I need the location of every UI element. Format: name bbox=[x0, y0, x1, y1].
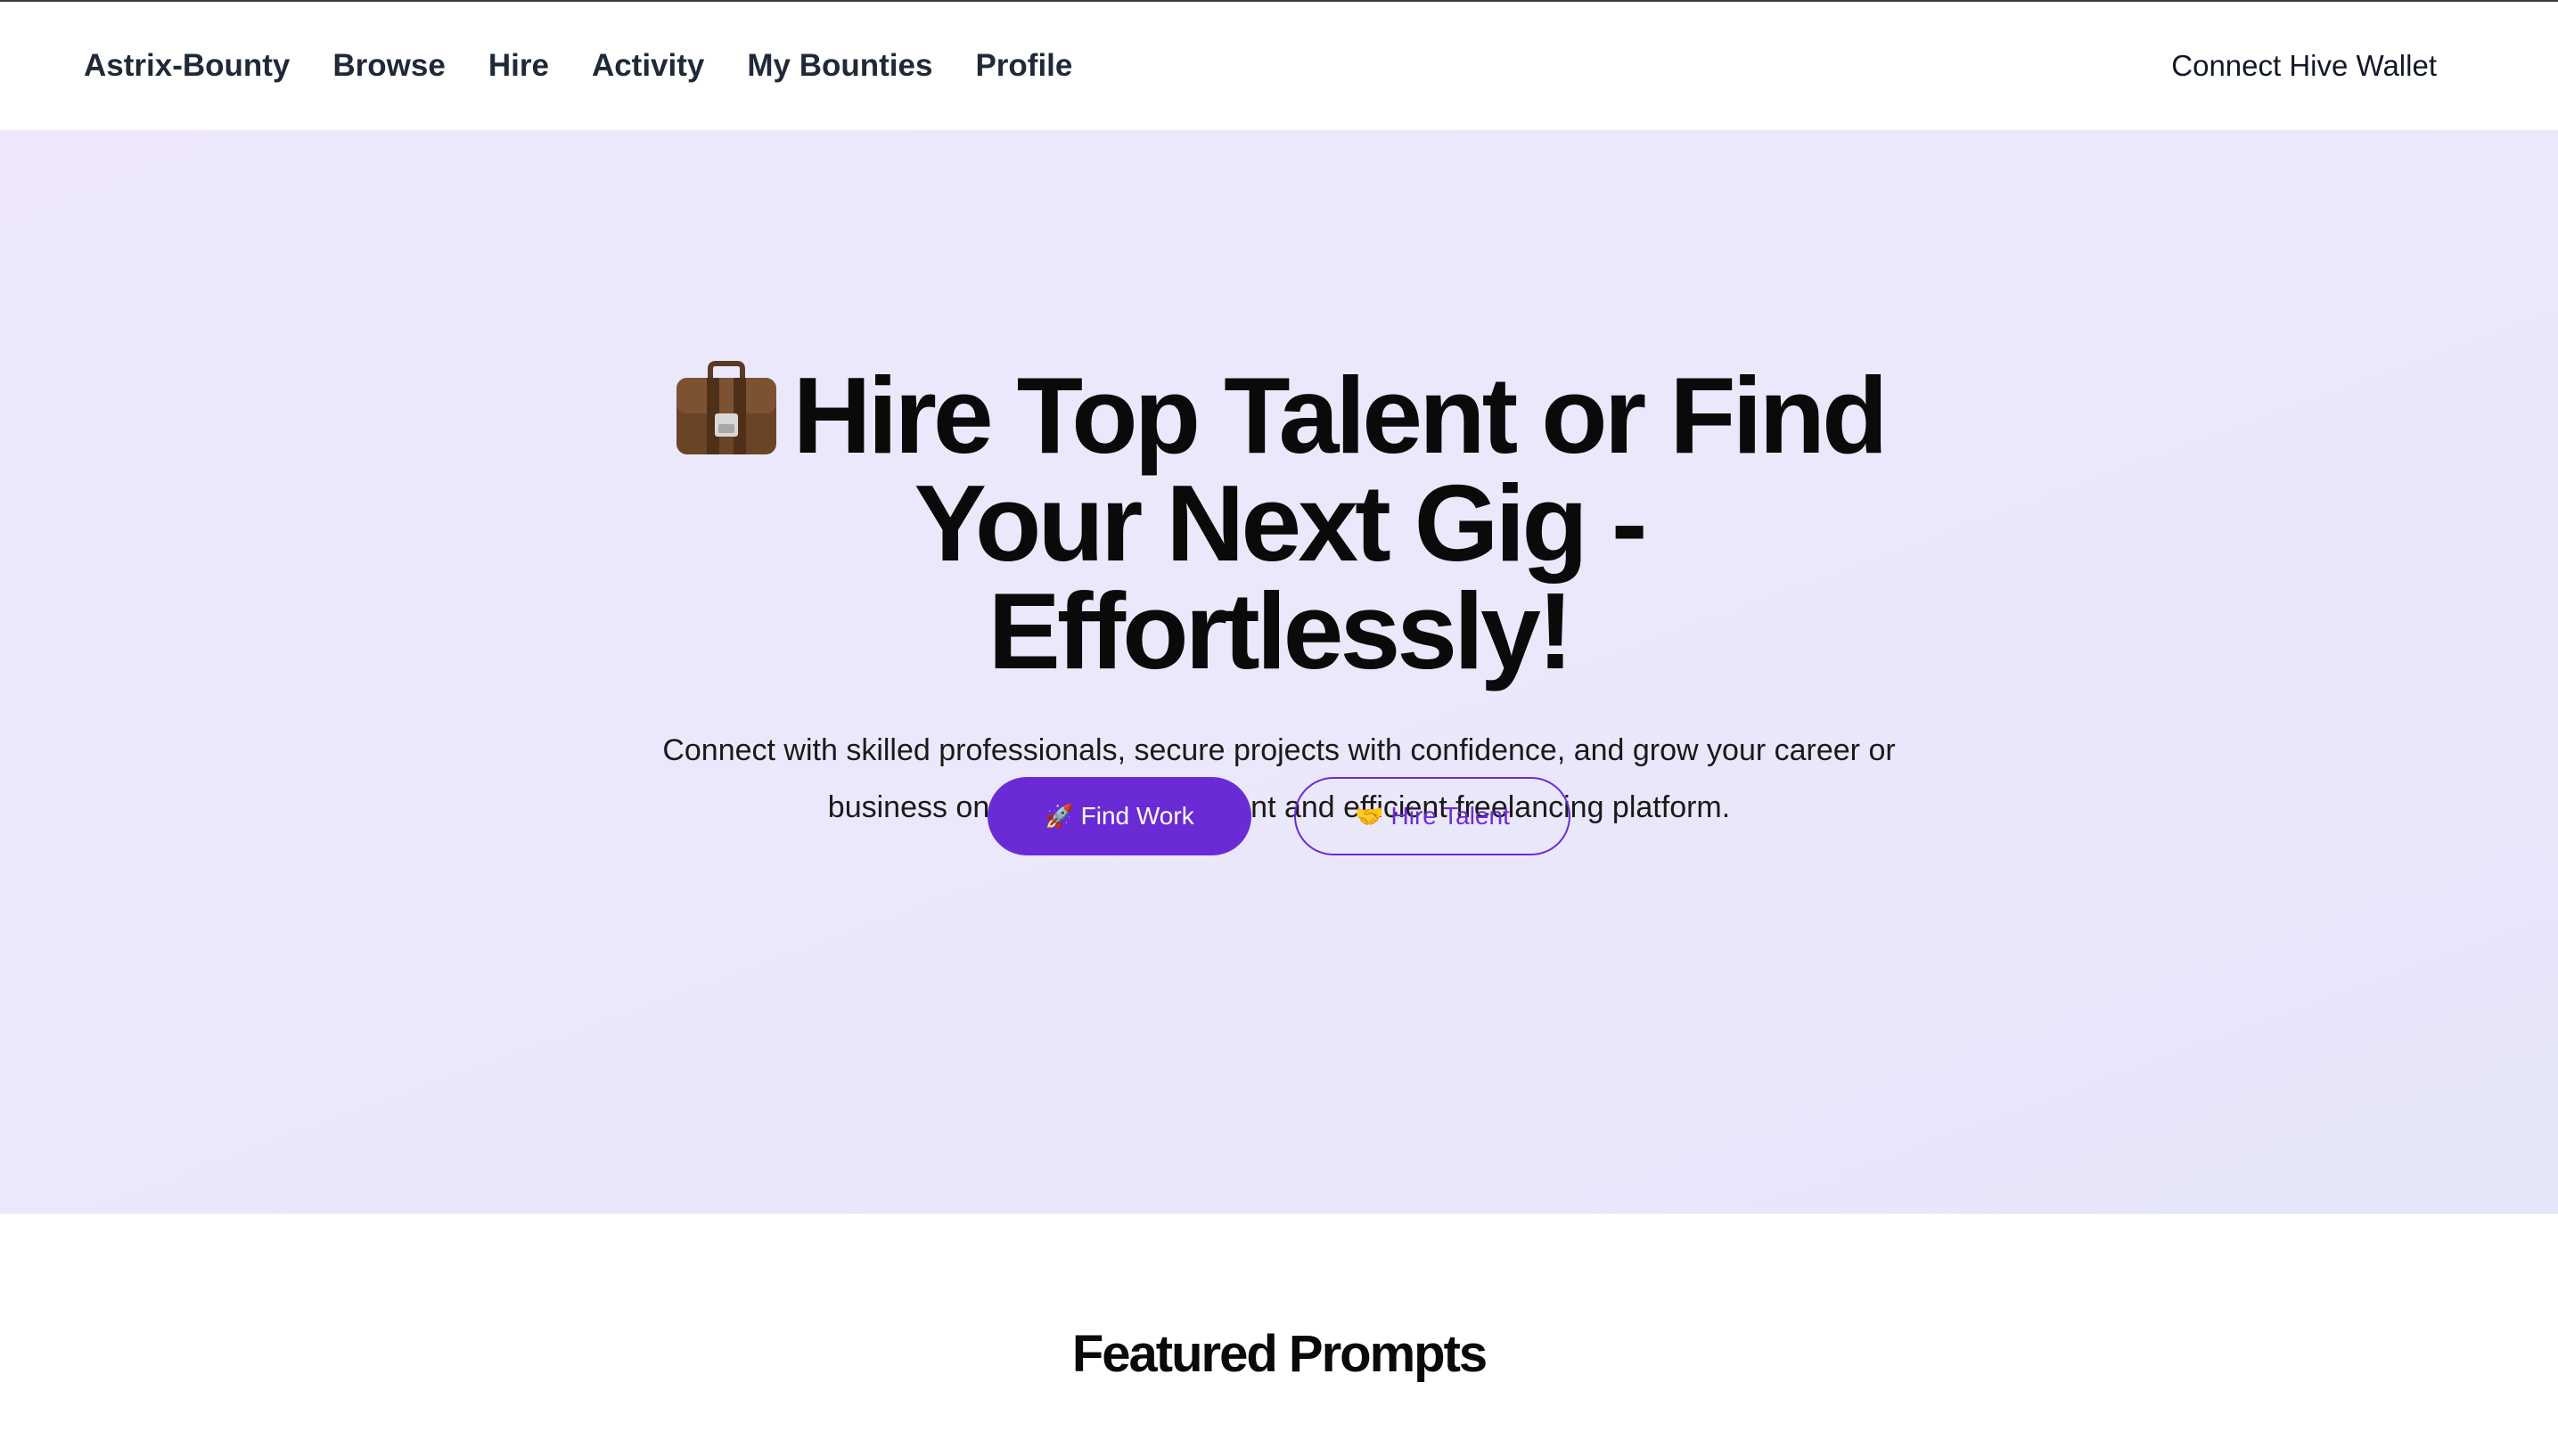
hire-talent-button[interactable]: 🤝 Hire Talent bbox=[1294, 777, 1570, 855]
nav-link-hire[interactable]: Hire bbox=[488, 48, 549, 84]
connect-wallet-button[interactable]: Connect Hive Wallet bbox=[2171, 2, 2437, 130]
hero-actions: 🚀 Find Work 🤝 Hire Talent bbox=[0, 777, 2558, 855]
hero-section: Hire Top Talent or Find Your Next Gig - … bbox=[0, 130, 2558, 1214]
nav-link-browse[interactable]: Browse bbox=[332, 48, 445, 84]
nav-links: Astrix-Bounty Browse Hire Activity My Bo… bbox=[84, 2, 1115, 130]
nav-link-my-bounties[interactable]: My Bounties bbox=[747, 48, 932, 84]
rocket-icon: 🚀 bbox=[1045, 802, 1074, 830]
briefcase-icon bbox=[673, 360, 780, 456]
find-work-button[interactable]: 🚀 Find Work bbox=[988, 777, 1251, 855]
handshake-icon: 🤝 bbox=[1355, 802, 1384, 830]
nav-link-profile[interactable]: Profile bbox=[975, 48, 1072, 84]
brand-link[interactable]: Astrix-Bounty bbox=[84, 48, 290, 84]
find-work-label: Find Work bbox=[1080, 802, 1194, 830]
nav-link-activity[interactable]: Activity bbox=[592, 48, 704, 84]
hero-title: Hire Top Talent or Find Your Next Gig - … bbox=[792, 355, 1888, 691]
navbar: Astrix-Bounty Browse Hire Activity My Bo… bbox=[0, 2, 2558, 130]
featured-prompts-heading: Featured Prompts bbox=[1071, 1325, 1488, 1383]
hire-talent-label: Hire Talent bbox=[1390, 802, 1510, 830]
hero-title-wrapper: Hire Top Talent or Find Your Next Gig - … bbox=[655, 360, 1903, 685]
